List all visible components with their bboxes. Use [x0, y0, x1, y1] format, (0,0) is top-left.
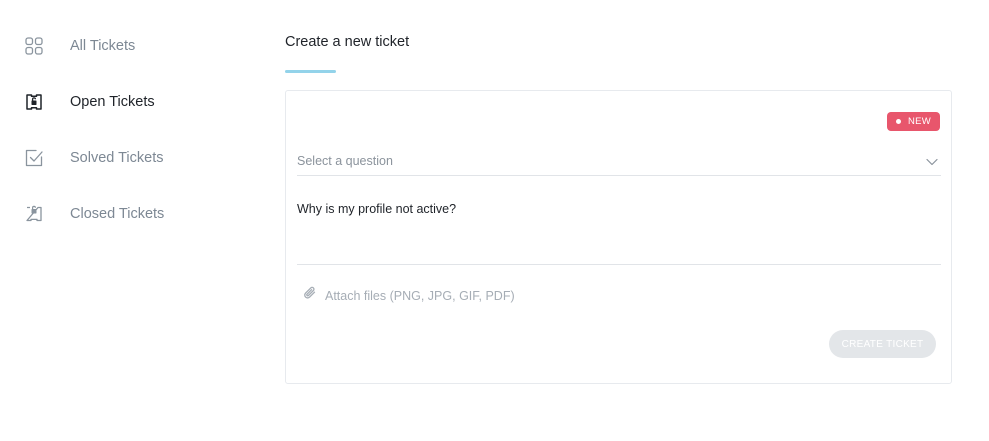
- attach-files-button[interactable]: Attach files (PNG, JPG, GIF, PDF): [303, 286, 515, 305]
- attach-files-label: Attach files (PNG, JPG, GIF, PDF): [325, 288, 515, 303]
- status-badge: NEW: [887, 112, 941, 131]
- badge-label: NEW: [908, 116, 932, 127]
- create-ticket-button[interactable]: CREATE TICKET: [829, 330, 936, 358]
- sidebar-item-open-tickets[interactable]: Open Tickets: [24, 90, 155, 114]
- check-square-icon: [24, 148, 44, 168]
- chevron-down-icon: [925, 155, 939, 169]
- grid-icon: [24, 36, 44, 56]
- sidebar-item-label: All Tickets: [70, 38, 136, 54]
- sidebar-item-label: Solved Tickets: [70, 150, 164, 166]
- sidebar-item-label: Closed Tickets: [70, 206, 165, 222]
- sidebar-item-closed-tickets[interactable]: Closed Tickets: [24, 202, 164, 226]
- paperclip-icon: [303, 286, 317, 305]
- title-underline: [285, 70, 336, 73]
- question-select-placeholder: Select a question: [297, 154, 393, 168]
- sidebar-item-solved-tickets[interactable]: Solved Tickets: [24, 146, 164, 170]
- sidebar-item-all-tickets[interactable]: All Tickets: [24, 34, 135, 58]
- question-select[interactable]: Select a question: [297, 151, 941, 176]
- message-textarea[interactable]: Why is my profile not active?: [297, 201, 941, 265]
- sidebar-item-label: Open Tickets: [70, 94, 155, 110]
- sidebar: All Tickets Open Tickets Solved Tickets: [0, 0, 260, 441]
- page-title: Create a new ticket: [285, 34, 410, 50]
- ticket-form-card: NEW Select a question Why is my profile …: [285, 90, 952, 384]
- closed-ticket-icon: [24, 204, 44, 224]
- open-ticket-icon: [24, 92, 44, 112]
- badge-dot-icon: [896, 119, 901, 124]
- main-content: Create a new ticket NEW Select a questio…: [285, 0, 952, 441]
